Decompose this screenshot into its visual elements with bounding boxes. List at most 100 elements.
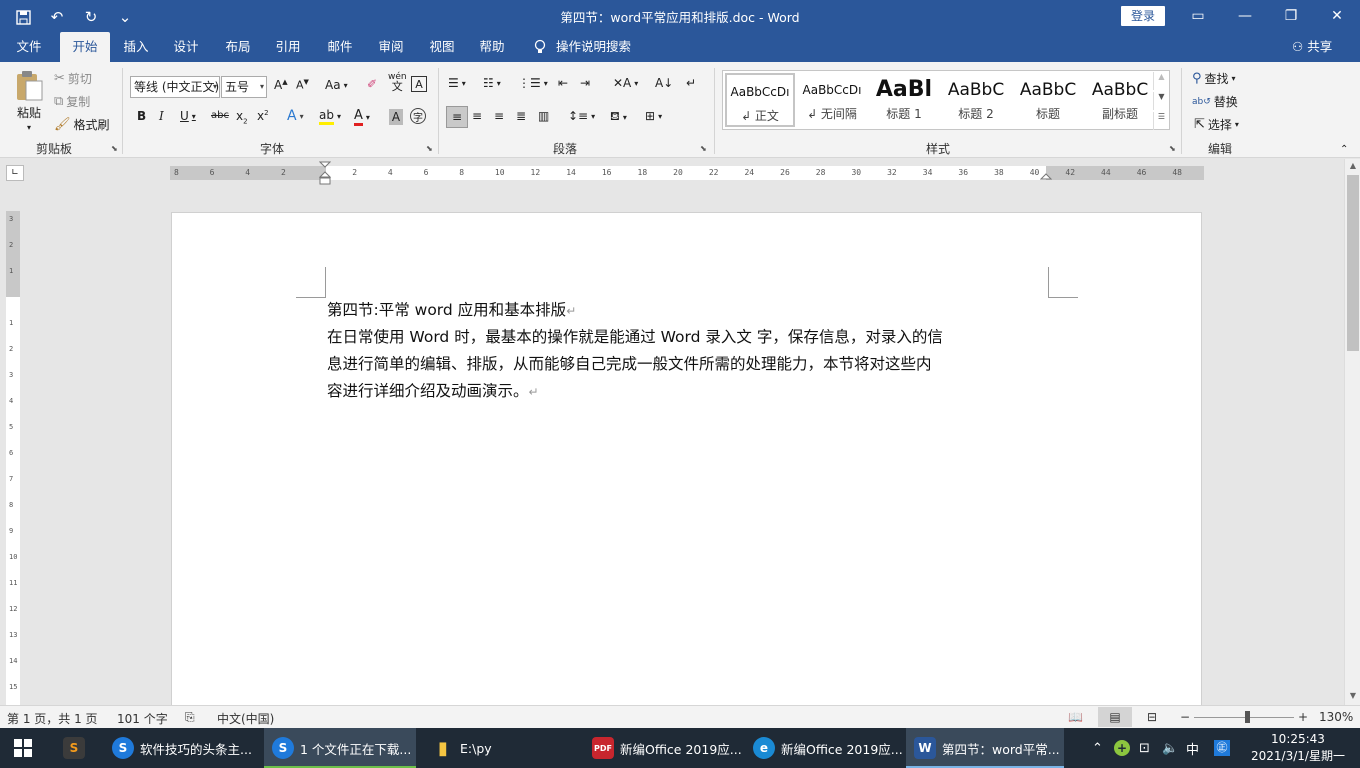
zoom-level[interactable]: 130% [1319,710,1353,724]
zoom-slider[interactable] [1194,717,1294,718]
character-border-button[interactable]: A [411,76,427,92]
tab-design[interactable]: 设计 [164,32,208,62]
tell-me-search[interactable]: 操作说明搜索 [556,32,636,62]
font-color-button[interactable]: A ▾ [354,108,370,126]
styles-launcher-icon[interactable]: ⬊ [1169,144,1176,153]
login-button[interactable]: 登录 [1121,6,1165,26]
style-subtitle[interactable]: AaBbC 副标题 [1085,73,1155,127]
document-page[interactable]: 第四节:平常 word 应用和基本排版↵ 在日常使用 Word 时，最基本的操作… [171,212,1202,712]
share-button[interactable]: ⚇ 共享 [1292,32,1332,62]
tab-layout[interactable]: 布局 [216,32,260,62]
tab-insert[interactable]: 插入 [114,32,158,62]
font-launcher-icon[interactable]: ⬊ [426,144,433,153]
shading-button[interactable]: ⛾ ▾ [610,109,627,125]
ribbon-display-icon[interactable]: ▭ [1175,0,1221,32]
tab-selector[interactable]: ∟ [6,165,24,181]
scroll-up-icon[interactable]: ▲ [1345,161,1360,170]
styles-scroll-up-icon[interactable]: ▲ [1153,72,1169,90]
show-marks-button[interactable]: ↵ [686,76,696,90]
minimize-icon[interactable]: — [1222,0,1268,32]
ime-indicator[interactable]: 中 [1186,728,1199,768]
enclose-characters-button[interactable]: 字 [410,108,426,124]
asian-layout-button[interactable]: ✕A ▾ [613,76,638,90]
taskbar-item-edge[interactable]: e 新编Office 2019应... [745,728,903,768]
style-normal[interactable]: AaBbCcDı ↲ 正文 [725,73,795,127]
font-name-combo[interactable]: 等线 (中文正文) ▾ [130,76,220,98]
document-heading[interactable]: 第四节:平常 word 应用和基本排版↵ [327,297,1057,325]
borders-button[interactable]: ⊞ ▾ [645,109,662,123]
document-paragraph[interactable]: 在日常使用 Word 时，最基本的操作就是能通过 Word 录入文 字，保存信息… [327,324,1057,406]
bold-button[interactable]: B [137,109,146,123]
tab-view[interactable]: 视图 [420,32,464,62]
show-hidden-icons[interactable]: ⌃ [1092,728,1103,768]
strikethrough-button[interactable]: abc [211,110,229,121]
multilevel-list-button[interactable]: ⋮☰ ▾ [518,76,548,90]
web-layout-icon[interactable]: ⊟ [1147,710,1157,724]
find-button[interactable]: ⚲ 查找 ▾ [1192,70,1236,87]
taskbar-item-pdf[interactable]: PDF 新编Office 2019应... [584,728,742,768]
network-icon[interactable]: ⊡ [1139,728,1150,768]
right-indent-marker-icon[interactable] [1040,171,1052,183]
phonetic-guide-button[interactable]: wén 文 [388,72,407,92]
style-heading-2[interactable]: AaBbC 标题 2 [941,73,1011,127]
start-button[interactable] [0,728,48,768]
taskbar-app-sublime[interactable]: S [55,728,99,768]
superscript-button[interactable]: x2 [257,109,269,123]
style-title[interactable]: AaBbC 标题 [1013,73,1083,127]
scroll-thumb[interactable] [1347,175,1359,351]
indent-marker-icon[interactable] [319,161,331,189]
scroll-down-icon[interactable]: ▼ [1345,691,1360,700]
subscript-button[interactable]: x2 [236,109,248,125]
align-right-button[interactable]: ≡ [494,109,504,123]
clear-formatting-button[interactable]: ✐ [367,77,377,91]
taskbar-item-browser-2[interactable]: S 1 个文件正在下载... [264,728,416,768]
distributed-button[interactable]: ▥ [538,109,549,123]
copy-button[interactable]: ⧉ 复制 [54,93,90,110]
tab-mailings[interactable]: 邮件 [318,32,362,62]
zoom-out-button[interactable]: − [1180,710,1190,724]
decrease-indent-button[interactable]: ⇤ [558,76,568,90]
tab-file[interactable]: 文件 [6,32,52,62]
italic-button[interactable]: I [159,109,164,123]
zoom-slider-knob[interactable] [1245,711,1250,723]
zoom-in-button[interactable]: + [1298,710,1308,724]
change-case-button[interactable]: Aa ▾ [325,78,348,92]
word-count[interactable]: 101 个字 [117,710,168,727]
close-icon[interactable]: ✕ [1314,0,1360,32]
increase-indent-button[interactable]: ⇥ [580,76,590,90]
language-indicator[interactable]: 中文(中国) [217,710,274,727]
tab-home[interactable]: 开始 [60,32,110,62]
volume-icon[interactable]: 🔈 [1162,728,1178,768]
format-painter-button[interactable]: 🖌 格式刷 [54,116,110,133]
tab-help[interactable]: 帮助 [470,32,514,62]
underline-button[interactable]: U ▾ [180,109,196,123]
align-center-button[interactable]: ≡ [472,109,482,123]
select-button[interactable]: ⇱ 选择 ▾ [1194,116,1239,133]
tab-review[interactable]: 审阅 [369,32,413,62]
paste-button[interactable]: 粘贴 ▾ [14,70,44,132]
sort-button[interactable]: A↓ [655,76,673,90]
numbering-button[interactable]: ☷ ▾ [483,76,501,90]
style-heading-1[interactable]: AaBl 标题 1 [869,73,939,127]
collapse-ribbon-icon[interactable]: ⌃ [1340,144,1348,155]
tray-app-icon[interactable]: + [1114,728,1130,768]
bullets-button[interactable]: ☰ ▾ [448,76,466,90]
lightbulb-icon[interactable] [530,32,550,62]
paragraph-launcher-icon[interactable]: ⬊ [700,144,707,153]
page-count[interactable]: 第 1 页，共 1 页 [7,710,98,727]
taskbar-item-word[interactable]: W 第四节：word平常... [906,728,1064,768]
justify-button[interactable]: ≣ [516,109,526,123]
taskbar-item-explorer[interactable]: ▮ E:\py [424,728,584,768]
vertical-scrollbar[interactable]: ▲ ▼ [1344,159,1360,705]
replace-button[interactable]: ab↺ 替换 [1192,93,1238,110]
align-left-button[interactable]: ≡ [446,106,468,128]
vertical-ruler[interactable]: 3 2 1 1 2 3 4 5 6 7 8 9 10 11 12 13 14 15 [6,211,20,705]
style-no-spacing[interactable]: AaBbCcDı ↲ 无间隔 [797,73,867,127]
styles-more-icon[interactable]: ☰ [1153,112,1169,130]
read-mode-icon[interactable]: 📖 [1068,710,1083,724]
restore-icon[interactable]: ❐ [1268,0,1314,32]
cut-button[interactable]: ✂ 剪切 [54,70,92,87]
ime-mode-icon[interactable]: ㊣ [1214,728,1230,768]
print-layout-icon[interactable]: ▤ [1098,707,1132,727]
clipboard-launcher-icon[interactable]: ⬊ [111,144,118,153]
